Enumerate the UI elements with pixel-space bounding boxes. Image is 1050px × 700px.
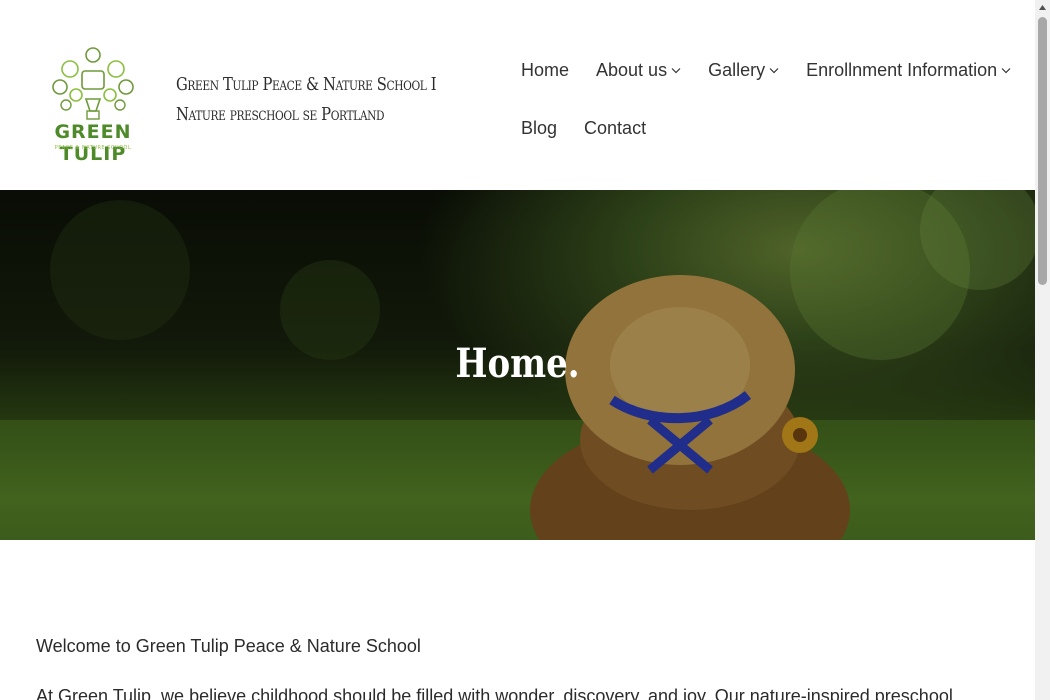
nav-item-gallery[interactable]: Gallery <box>708 60 779 81</box>
logo-text: GREEN TULIP <box>54 121 132 165</box>
main-content: Welcome to Green Tulip Peace & Nature Sc… <box>36 632 996 700</box>
intro-paragraph: At Green Tulip, we believe childhood sho… <box>36 686 953 700</box>
chevron-down-icon <box>769 68 779 74</box>
chevron-down-icon <box>671 68 681 74</box>
nav-item-about-us[interactable]: About us <box>596 60 681 81</box>
nav-item-label: Enrollnment Information <box>806 59 998 80</box>
nav-row-secondary: Blog Contact <box>521 108 1021 148</box>
site-header: GREEN TULIP PEACE & NATURE SCHOOL Green … <box>0 0 1035 190</box>
site-title[interactable]: Green Tulip Peace & Nature School I Natu… <box>176 70 471 130</box>
nav-item-home[interactable]: Home <box>521 60 569 81</box>
nav-item-label: About us <box>596 59 668 80</box>
scroll-up-arrow-icon[interactable] <box>1035 0 1050 16</box>
scrollbar-thumb[interactable] <box>1038 17 1047 285</box>
nav-item-label: Gallery <box>708 59 766 80</box>
welcome-text: Welcome to Green Tulip Peace & Nature Sc… <box>36 636 421 656</box>
site-logo[interactable]: GREEN TULIP PEACE & NATURE SCHOOL <box>36 43 150 165</box>
nav-row-primary: Home About us Gallery Enrollnment Inform… <box>521 50 1021 90</box>
page: GREEN TULIP PEACE & NATURE SCHOOL Green … <box>0 0 1035 700</box>
nav-item-label: Blog <box>521 117 558 138</box>
hero-title: Home. <box>455 340 580 387</box>
logo-subtext: PEACE & NATURE SCHOOL <box>54 145 132 151</box>
nav-item-label: Contact <box>584 117 647 138</box>
page-scrollbar[interactable] <box>1035 0 1050 700</box>
nav-item-blog[interactable]: Blog <box>521 118 557 139</box>
nav-item-label: Home <box>521 59 570 80</box>
nav-item-enrollment-information[interactable]: Enrollnment Information <box>806 60 1011 81</box>
main-navigation: Home About us Gallery Enrollnment Inform… <box>521 50 1021 166</box>
hero-banner: Home. <box>0 190 1035 540</box>
nav-item-contact[interactable]: Contact <box>584 118 646 139</box>
chevron-down-icon <box>1001 68 1011 74</box>
